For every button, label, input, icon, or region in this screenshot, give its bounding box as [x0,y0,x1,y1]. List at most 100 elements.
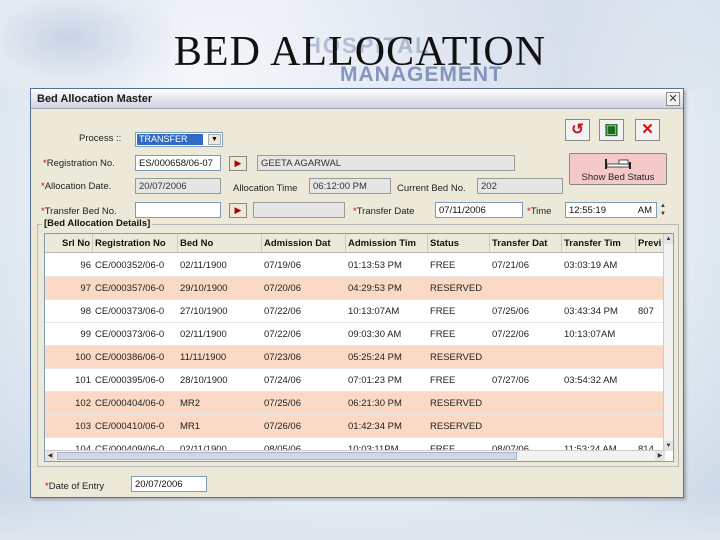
table-row[interactable]: 97 CE/000357/06-0 29/10/1900 07/20/06 04:29:… [45,277,665,300]
table-cell-srl: 96 [80,260,91,271]
table-cell-adm-date: 07/23/06 [264,352,301,363]
registration-lookup-button[interactable]: ▶ [229,156,247,171]
table-cell-tr-time [562,346,636,369]
transfer-bed-field[interactable] [135,202,221,218]
window-titlebar: Bed Allocation Master ✕ [31,89,683,109]
process-select[interactable]: TRANSFER ▼ [135,132,223,147]
scroll-left-icon[interactable]: ◀ [45,451,55,461]
refresh-icon: ↺ [571,121,584,138]
table-cell-reg: CE/000357/06-0 [95,283,165,294]
time-spinner[interactable]: ▲ ▼ [658,202,668,218]
transfer-date-field[interactable]: 07/11/2006 [435,202,523,218]
allocation-time-field: 06:12:00 PM [309,178,391,194]
column-header[interactable]: Registration No [93,234,178,253]
column-header[interactable]: Previ [636,234,665,253]
table-cell-adm-time: 06:21:30 PM [348,398,402,409]
table-cell-prev [636,277,665,300]
column-header[interactable]: Transfer Tim [562,234,636,253]
table-cell-tr-time: 03:03:19 AM [564,260,618,271]
table-cell-tr-date [490,346,562,369]
table-cell-status: RESERVED [430,398,483,409]
details-group-label: [Bed Allocation Details] [42,218,153,229]
table-row[interactable]: 101 CE/000395/06-0 28/10/1900 07/24/06 07:01… [45,369,665,392]
table-cell-srl: 102 [75,398,91,409]
table-row[interactable]: 99 CE/000373/06-0 02/11/1900 07/22/06 09:03:… [45,323,665,346]
column-header[interactable]: Admission Tim [346,234,428,253]
window-close-button[interactable]: ✕ [666,92,680,106]
window-title: Bed Allocation Master [37,93,153,105]
table-cell-bed: 27/10/1900 [180,306,228,317]
table-cell-prev [636,369,665,392]
table-cell-status: RESERVED [430,421,483,432]
patient-name-field: GEETA AGARWAL [257,155,515,171]
table-cell-adm-time: 01:42:34 PM [348,421,402,432]
table-cell-prev [636,254,665,277]
transfer-bed-lookup-button[interactable]: ▶ [229,203,247,218]
table-cell-bed: 02/11/1900 [180,329,227,340]
table-cell-adm-date: 07/22/06 [264,306,301,317]
vertical-scrollbar[interactable]: ▲ ▼ [663,234,673,451]
date-of-entry-field[interactable]: 20/07/2006 [131,476,207,492]
table-cell-adm-time: 01:13:53 PM [348,260,402,271]
chevron-down-icon[interactable]: ▼ [208,134,221,145]
table-cell-adm-date: 07/19/06 [264,260,301,271]
table-cell-srl: 99 [80,329,91,340]
table-cell-adm-time: 07:01:23 PM [348,375,402,386]
cancel-button[interactable]: ✕ [635,119,660,141]
current-bed-label: Current Bed No. [397,183,466,194]
table-row[interactable]: 103 CE/000410/06-0 MR1 07/26/06 01:42:34 PM R… [45,415,665,438]
table-cell-tr-date [490,392,562,415]
time-label: *Time [527,206,552,217]
registration-label: *Registration No. [43,158,115,169]
table-cell-srl: 101 [75,375,91,386]
bed-allocation-details-group: [Bed Allocation Details] Srl No Registra… [37,218,679,467]
table-cell-tr-date: 07/27/06 [492,375,529,386]
table-cell-srl: 97 [80,283,91,294]
save-button[interactable]: ▣ [599,119,624,141]
table-cell-status: RESERVED [430,352,483,363]
allocation-date-label: *Allocation Date. [41,181,112,192]
process-label: Process :: [79,133,122,144]
column-header[interactable]: Transfer Dat [490,234,562,253]
table-cell-bed: MR2 [180,398,201,409]
table-cell-adm-time: 09:03:30 AM [348,329,402,340]
table-cell-reg: CE/000386/06-0 [95,352,165,363]
scroll-down-icon[interactable]: ▼ [664,441,673,451]
table-cell-reg: CE/000395/06-0 [95,375,165,386]
horizontal-scrollbar[interactable]: ◀ ▶ [45,450,665,461]
column-header[interactable]: Srl No [45,234,93,253]
table-cell-adm-time: 05:25:24 PM [348,352,402,363]
table-cell-status: FREE [430,329,456,340]
table-cell-adm-date: 07/26/06 [264,421,301,432]
table-cell-srl: 98 [80,306,91,317]
transfer-bed-label: *Transfer Bed No. [41,206,117,217]
table-cell-reg: CE/000373/06-0 [95,306,165,317]
table-cell-prev [636,346,665,369]
column-header[interactable]: Bed No [178,234,262,253]
date-of-entry-label: *Date of Entry [45,481,105,492]
registration-field[interactable]: ES/000658/06-07 [135,155,221,171]
table-cell-tr-date: 07/25/06 [492,306,529,317]
refresh-button[interactable]: ↺ [565,119,590,141]
table-cell-srl: 100 [75,352,91,363]
transfer-time-field[interactable]: 12:55:19 AM [565,202,657,218]
horizontal-scroll-thumb[interactable] [57,452,517,460]
allocation-grid[interactable]: Srl No Registration No Bed No Admission … [44,233,674,462]
table-cell-status: FREE [430,375,456,386]
transfer-date-label: *Transfer Date [353,206,415,217]
scroll-up-icon[interactable]: ▲ [664,234,673,244]
table-row[interactable]: 98 CE/000373/06-0 27/10/1900 07/22/06 10:13:… [45,300,665,323]
table-row[interactable]: 96 CE/000352/06-0 02/11/1900 07/19/06 01:13:… [45,254,665,277]
table-row[interactable]: 100 CE/000386/06-0 11/11/1900 07/23/06 05:25… [45,346,665,369]
table-cell-tr-time [562,392,636,415]
column-header[interactable]: Status [428,234,490,253]
scroll-right-icon[interactable]: ▶ [655,451,665,461]
column-header[interactable]: Admission Dat [262,234,346,253]
process-selected-value: TRANSFER [137,134,203,145]
current-bed-field: 202 [477,178,563,194]
show-bed-status-button[interactable]: Show Bed Status [569,153,667,185]
grid-header: Srl No Registration No Bed No Admission … [45,234,665,253]
table-row[interactable]: 102 CE/000404/06-0 MR2 07/25/06 06:21:30 PM R… [45,392,665,415]
table-cell-adm-time: 10:13:07AM [348,306,400,317]
table-cell-tr-time [562,415,636,438]
